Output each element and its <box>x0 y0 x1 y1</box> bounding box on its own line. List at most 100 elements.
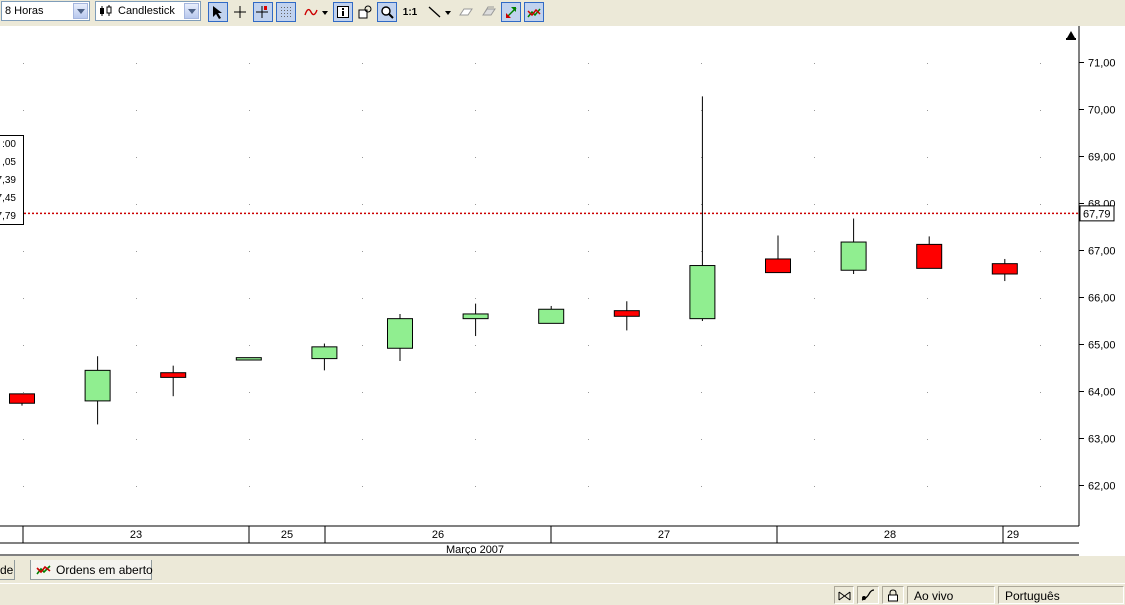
date-label: 23 <box>130 529 142 541</box>
chart-trading-button[interactable] <box>524 2 544 22</box>
grid-dot <box>362 298 363 299</box>
candle-body[interactable] <box>160 372 187 378</box>
crosshair-tool-button[interactable] <box>230 2 250 22</box>
grid-dot <box>1040 439 1041 440</box>
candle-body[interactable] <box>462 313 489 320</box>
language-panel[interactable]: Português <box>998 586 1124 604</box>
candlestick-chart[interactable]: 71,0070,0069,0068,0067,0066,0065,0064,00… <box>0 26 1125 556</box>
price-tick-label: 62,00 <box>1088 481 1116 493</box>
crosshair-value-button[interactable] <box>253 2 273 22</box>
lock-status-panel[interactable] <box>882 586 904 604</box>
grid-dot <box>588 345 589 346</box>
info-line-close: 7,79 <box>0 211 16 222</box>
info-button[interactable] <box>333 2 353 22</box>
candle-body[interactable] <box>387 318 413 349</box>
grid-dot <box>23 110 24 111</box>
grid-dot <box>927 486 928 487</box>
erase-all-button[interactable] <box>479 2 499 22</box>
grid-dot <box>475 110 476 111</box>
price-tick-label: 67,00 <box>1088 246 1116 258</box>
grid-dot <box>814 486 815 487</box>
price-axis[interactable]: 71,0070,0069,0068,0067,0066,0065,0064,00… <box>1079 58 1116 493</box>
data-window-button[interactable] <box>355 2 375 22</box>
grid-dot <box>1040 392 1041 393</box>
candle-body[interactable] <box>765 258 791 274</box>
zoom-1to1-button[interactable]: 1:1 <box>400 2 420 22</box>
grid-dot <box>701 392 702 393</box>
grid-dot <box>136 157 137 158</box>
status-bar: Ao vivo Português <box>0 583 1125 605</box>
grid-dot <box>927 204 928 205</box>
tab-open-orders[interactable]: Ordens em aberto <box>30 560 153 580</box>
grid-dot <box>701 251 702 252</box>
signal-status-panel[interactable] <box>857 586 879 604</box>
chart-type-select[interactable]: Candlestick <box>95 1 201 21</box>
grid-dot <box>814 63 815 64</box>
grid-dot <box>588 298 589 299</box>
grid-dot <box>927 63 928 64</box>
live-status-text: Ao vivo <box>914 589 954 603</box>
grid-dot <box>362 63 363 64</box>
candle-body[interactable] <box>538 308 565 324</box>
candle-body[interactable] <box>840 241 867 271</box>
grid-dot <box>701 204 702 205</box>
orders-chart-icon <box>36 563 52 580</box>
candle-body[interactable] <box>916 243 943 269</box>
grid-dot <box>249 298 250 299</box>
candle-body[interactable] <box>689 265 716 320</box>
grid-dot <box>23 345 24 346</box>
grid-dot <box>588 63 589 64</box>
candle-body[interactable] <box>613 310 640 317</box>
pointer-arrow-icon <box>213 6 222 19</box>
zoom-button[interactable] <box>377 2 397 22</box>
date-label: 25 <box>281 529 293 541</box>
date-axis[interactable]: 23 25 26 27 28 29 Março 2007 <box>22 526 1019 556</box>
info-line-low: 7,45 <box>0 193 16 204</box>
month-label: Março 2007 <box>446 544 504 556</box>
candle-body[interactable] <box>991 263 1018 275</box>
grid-dot <box>814 392 815 393</box>
scale-anchor-icon[interactable] <box>1066 31 1076 40</box>
price-tick-label: 65,00 <box>1088 340 1116 352</box>
grid-dot <box>588 486 589 487</box>
candle-body[interactable] <box>311 346 338 360</box>
candle-body[interactable] <box>9 393 35 404</box>
chart-type-dropdown-arrow-icon[interactable] <box>184 3 199 19</box>
pointer-tool-button[interactable] <box>208 2 228 22</box>
live-status-panel: Ao vivo <box>907 586 995 604</box>
indicators-button[interactable] <box>302 2 330 22</box>
grid-dot <box>23 486 24 487</box>
chart-area[interactable]: 71,00 70,00 69,00 68,00 67,00 66,00 65,00 64,00… <box>0 26 1125 556</box>
crosshair-info-box: :00 ,05 7,39 7,45 7,79 <box>0 135 24 225</box>
line-tool-button[interactable] <box>425 2 453 22</box>
date-label: 27 <box>658 529 670 541</box>
indicator-wave-icon <box>304 8 328 16</box>
tab-trades[interactable]: de <box>0 560 15 580</box>
eraser-button[interactable] <box>456 2 476 22</box>
grid-dot <box>1040 63 1041 64</box>
period-select[interactable]: 8 Horas <box>1 1 90 21</box>
grid-dot <box>475 204 476 205</box>
autoscale-button[interactable] <box>501 2 521 22</box>
connection-status-panel[interactable] <box>834 586 854 604</box>
grid-dot <box>1040 486 1041 487</box>
grid-dot <box>1040 345 1041 346</box>
grid-dot <box>927 157 928 158</box>
grid-dot <box>927 345 928 346</box>
grid-button[interactable] <box>276 2 296 22</box>
grid-dot <box>249 204 250 205</box>
candle-body[interactable] <box>84 369 111 402</box>
price-tick-label: 69,00 <box>1088 152 1116 164</box>
period-dropdown-arrow-icon[interactable] <box>73 3 88 19</box>
grid-dot <box>927 439 928 440</box>
candle-body[interactable] <box>235 357 262 361</box>
grid-dot <box>1040 204 1041 205</box>
grid-dot <box>136 486 137 487</box>
magnifier-window-icon <box>358 5 372 19</box>
grid-dot <box>814 439 815 440</box>
info-line-time: :00 <box>2 139 16 150</box>
chart-grid <box>23 63 1041 487</box>
signal-icon <box>861 589 875 604</box>
grid-dot <box>23 392 24 393</box>
grid-dot <box>362 486 363 487</box>
